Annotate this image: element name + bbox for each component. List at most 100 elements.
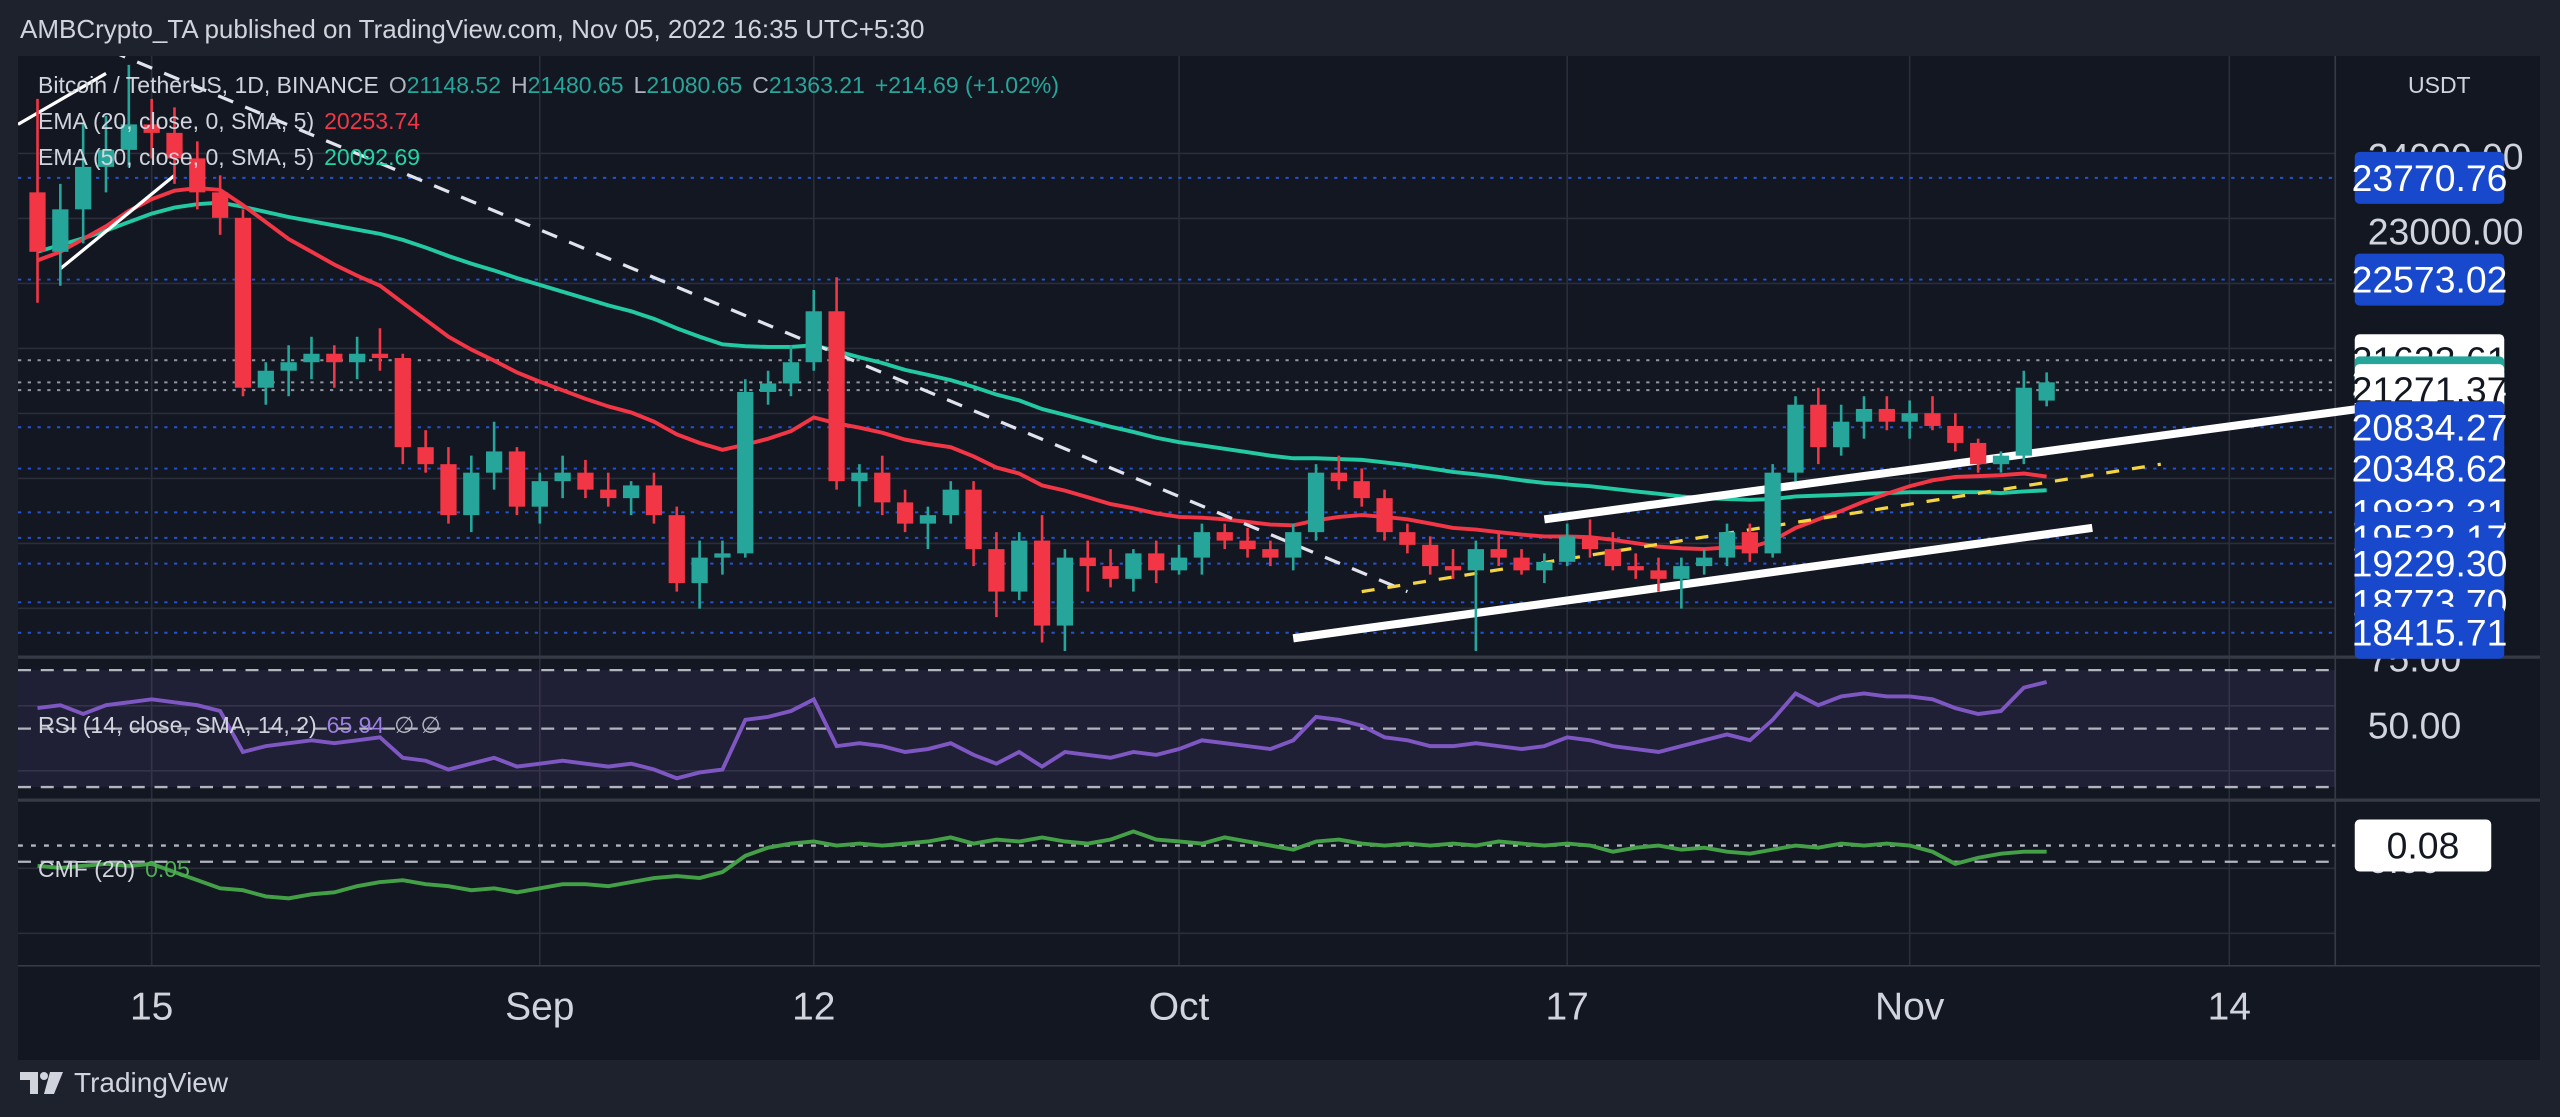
candle-body[interactable] — [1581, 536, 1599, 550]
channel-upper-line[interactable] — [1543, 400, 2390, 524]
candle-body[interactable] — [1056, 557, 1074, 626]
candle-body[interactable] — [234, 217, 252, 388]
candle-body[interactable] — [371, 353, 389, 358]
candle-body[interactable] — [737, 391, 754, 554]
candle-body[interactable] — [600, 489, 617, 499]
candle-body[interactable] — [417, 447, 434, 465]
candle-body[interactable] — [1467, 549, 1484, 571]
chart-svg[interactable]: 24000.0023000.0075.0050.000.0023770.7622… — [18, 56, 2540, 1060]
candle-body[interactable] — [874, 472, 891, 503]
candle-body[interactable] — [2038, 382, 2055, 401]
candle-body[interactable] — [622, 485, 640, 499]
cmf-tag-label[interactable]: 0.08 — [2387, 825, 2460, 867]
candle-body[interactable] — [440, 464, 457, 516]
candle-body[interactable] — [1422, 544, 1439, 567]
candle-body[interactable] — [349, 353, 366, 363]
candle-body[interactable] — [508, 451, 526, 507]
candle-body[interactable] — [668, 515, 685, 584]
candle-body[interactable] — [394, 357, 411, 448]
time-axis-label[interactable]: 15 — [130, 985, 173, 1028]
candle-body[interactable] — [1901, 413, 1918, 422]
time-axis-label[interactable]: 17 — [1546, 985, 1589, 1028]
candle-body[interactable] — [1947, 425, 1964, 443]
symbol-label[interactable]: Bitcoin / TetherUS, 1D, BINANCE — [38, 72, 379, 99]
candle-body[interactable] — [75, 166, 92, 210]
candle-body[interactable] — [759, 383, 777, 392]
candle-body[interactable] — [1833, 421, 1850, 448]
candle-body[interactable] — [1262, 549, 1279, 558]
candle-body[interactable] — [1741, 532, 1758, 554]
candle-body[interactable] — [1011, 540, 1028, 592]
candle-body[interactable] — [1878, 408, 1895, 422]
candle-body[interactable] — [212, 192, 229, 218]
footer-brand[interactable]: TradingView — [74, 1067, 228, 1099]
candle-body[interactable] — [1033, 540, 1051, 626]
candle-body[interactable] — [1353, 481, 1370, 499]
candle-body[interactable] — [1718, 532, 1736, 558]
candle-body[interactable] — [942, 489, 959, 516]
candle-body[interactable] — [1673, 566, 1690, 579]
candle-body[interactable] — [691, 557, 708, 584]
candle-body[interactable] — [1239, 540, 1256, 550]
candle-body[interactable] — [782, 362, 800, 384]
candle-body[interactable] — [1536, 561, 1553, 571]
candle-body[interactable] — [1444, 566, 1462, 571]
candle-body[interactable] — [1330, 472, 1348, 482]
time-axis-label[interactable]: Nov — [1875, 985, 1945, 1028]
time-axis-label[interactable]: 12 — [792, 985, 835, 1028]
chart-frame[interactable]: 24000.0023000.0075.0050.000.0023770.7622… — [18, 56, 2540, 1060]
time-axis-label[interactable]: 14 — [2208, 985, 2251, 1028]
candle-body[interactable] — [326, 353, 343, 363]
candle-body[interactable] — [463, 472, 480, 516]
candle-body[interactable] — [1307, 472, 1325, 533]
candle-body[interactable] — [1559, 536, 1576, 562]
candle-body[interactable] — [919, 515, 937, 524]
candle-body[interactable] — [714, 553, 731, 558]
candle-body[interactable] — [2015, 387, 2032, 456]
price-tag-label[interactable]: 22573.02 — [2352, 259, 2508, 301]
time-axis[interactable]: 15Sep12Oct17Nov14Dec12 — [130, 985, 2540, 1028]
candle-body[interactable] — [965, 489, 982, 550]
ema50-label[interactable]: EMA (50, close, 0, SMA, 5) — [38, 144, 314, 171]
candle-body[interactable] — [1855, 408, 1873, 422]
time-axis-label[interactable]: Sep — [505, 985, 574, 1028]
time-axis-label[interactable]: Oct — [1149, 985, 1210, 1028]
candle-body[interactable] — [1148, 553, 1165, 571]
price-axis[interactable]: 24000.0023000.0075.0050.000.0023770.7622… — [2352, 136, 2524, 881]
candle-body[interactable] — [1102, 566, 1119, 579]
candle-body[interactable] — [1490, 549, 1507, 558]
candle-body[interactable] — [988, 549, 1005, 592]
cmf-label[interactable]: CMF (20) — [38, 856, 135, 883]
candle-body[interactable] — [1079, 557, 1096, 567]
candle-body[interactable] — [1787, 404, 1804, 473]
candle-body[interactable] — [1125, 553, 1142, 579]
candle-body[interactable] — [531, 481, 548, 507]
candle-body[interactable] — [303, 353, 320, 363]
candle-body[interactable] — [1970, 442, 1987, 465]
candle-body[interactable] — [280, 362, 297, 371]
candle-body[interactable] — [577, 472, 594, 490]
price-tag-label[interactable]: 20348.62 — [2352, 448, 2508, 490]
candle-body[interactable] — [52, 209, 69, 252]
candle-body[interactable] — [1992, 455, 2010, 465]
candle-body[interactable] — [828, 311, 845, 482]
candle-body[interactable] — [645, 485, 663, 516]
candle-body[interactable] — [1810, 404, 1827, 448]
candle-body[interactable] — [486, 451, 503, 473]
candle-body[interactable] — [1376, 498, 1393, 533]
candle-body[interactable] — [805, 311, 822, 363]
price-tag-label[interactable]: 18415.71 — [2352, 612, 2508, 654]
price-tag-label[interactable]: 23770.76 — [2352, 157, 2508, 199]
candle-body[interactable] — [1216, 532, 1233, 541]
rsi-label[interactable]: RSI (14, close, SMA, 14, 2) — [38, 712, 317, 739]
candle-body[interactable] — [1399, 532, 1416, 545]
candle-body[interactable] — [1193, 532, 1211, 558]
candle-body[interactable] — [1170, 557, 1188, 571]
price-tag-label[interactable]: 20834.27 — [2352, 406, 2508, 448]
ema20-label[interactable]: EMA (20, close, 0, SMA, 5) — [38, 108, 314, 135]
candle-body[interactable] — [1924, 413, 1941, 426]
candle-body[interactable] — [896, 502, 914, 524]
candle-body[interactable] — [257, 370, 274, 388]
candle-body[interactable] — [554, 472, 571, 482]
candle-body[interactable] — [1764, 472, 1781, 554]
